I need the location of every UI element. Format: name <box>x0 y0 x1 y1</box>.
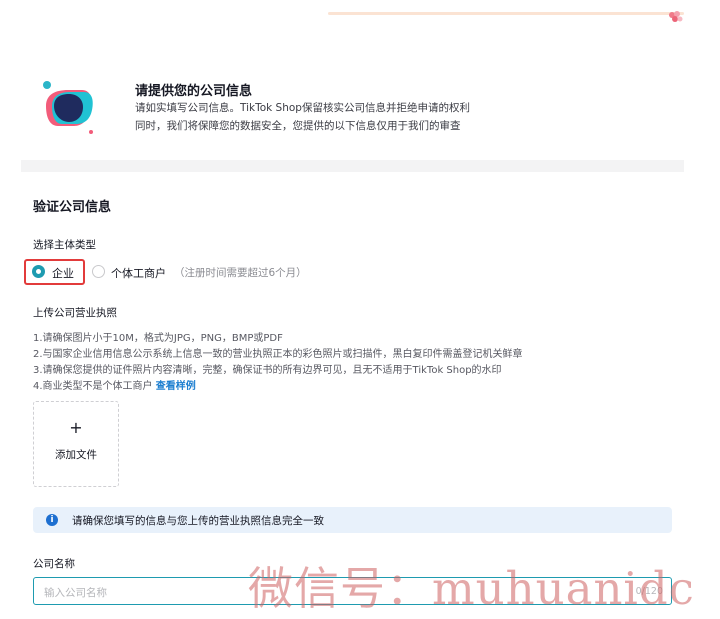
section-title: 验证公司信息 <box>33 200 112 215</box>
watermark-text: 微信号：muhuanidc <box>248 562 695 615</box>
top-progress-bar <box>328 12 684 15</box>
page-title: 请提供您的公司信息 <box>135 84 253 99</box>
license-requirement-1: 1.请确保图片小于10M，格式为JPG，PNG，BMP或PDF <box>33 333 283 344</box>
info-notice-text: 请确保您填写的信息与您上传的营业执照信息完全一致 <box>72 515 324 527</box>
radio-individual-business-label[interactable]: 个体工商户 <box>111 265 166 281</box>
company-name-label: 公司名称 <box>33 558 75 570</box>
flower-decoration-icon <box>669 11 683 22</box>
radio-individual-business[interactable] <box>92 265 105 278</box>
info-notice-banner: i 请确保您填写的信息与您上传的营业执照信息完全一致 <box>33 507 672 533</box>
section-divider <box>21 160 684 172</box>
header-description-line-1: 请如实填写公司信息。TikTok Shop保留核实公司信息并拒绝申请的权利 <box>135 102 470 114</box>
radio-enterprise[interactable] <box>32 265 45 278</box>
license-requirement-4: 4.商业类型不是个体工商户 查看样例 <box>33 377 196 392</box>
add-file-label: 添加文件 <box>55 449 97 461</box>
company-name-placeholder: 输入公司名称 <box>44 587 107 599</box>
company-info-header: 请提供您的公司信息 请如实填写公司信息。TikTok Shop保留核实公司信息并… <box>36 72 676 142</box>
license-requirement-4-text: 4.商业类型不是个体工商户 <box>33 381 153 392</box>
plus-icon: + <box>69 418 83 437</box>
header-description-line-2: 同时，我们将保障您的数据安全，您提供的以下信息仅用于我们的审查 <box>135 120 461 132</box>
radio-enterprise-label[interactable]: 企业 <box>52 265 74 281</box>
license-requirement-2: 2.与国家企业信用信息公示系统上信息一致的营业执照正本的彩色照片或扫描件，黑白复… <box>33 349 523 360</box>
add-file-upload-button[interactable]: + 添加文件 <box>33 401 119 487</box>
entity-type-label: 选择主体类型 <box>33 239 96 251</box>
license-requirement-3: 3.请确保您提供的证件照片内容清晰，完整，确保证书的所有边界可见，且无不适用于T… <box>33 365 502 376</box>
registration-time-hint: （注册时间需要超过6个月） <box>174 267 307 279</box>
info-icon: i <box>46 514 58 526</box>
view-sample-link[interactable]: 查看样例 <box>156 381 196 392</box>
profile-illustration-icon <box>43 81 93 134</box>
license-upload-label: 上传公司营业执照 <box>33 307 117 319</box>
